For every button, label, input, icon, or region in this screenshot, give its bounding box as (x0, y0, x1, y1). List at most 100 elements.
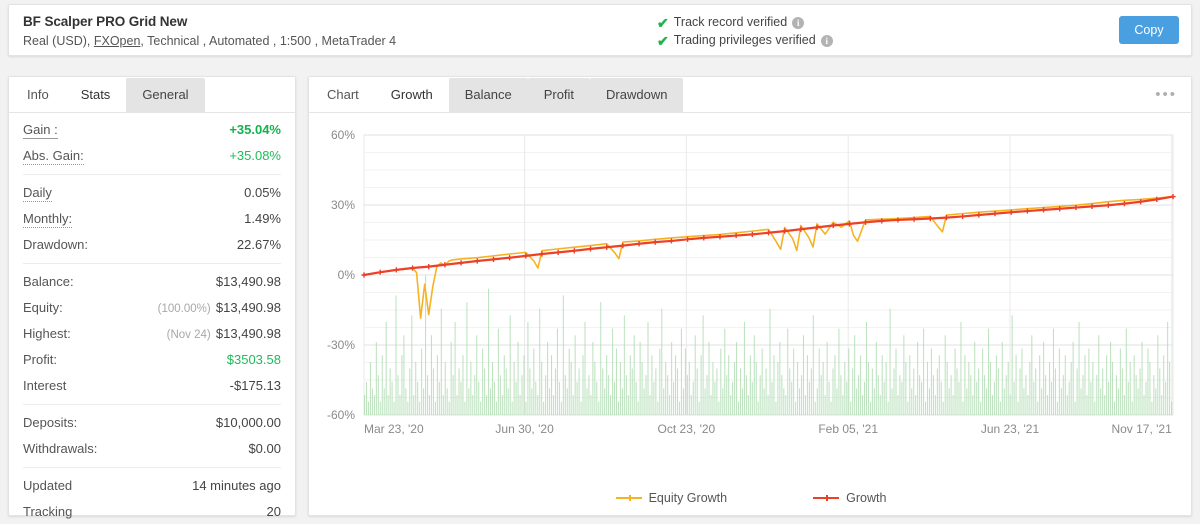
tab-balance[interactable]: Balance (448, 78, 528, 112)
tab-chart[interactable]: Chart (311, 78, 375, 112)
volume-bar (655, 368, 657, 415)
volume-bar (395, 295, 397, 415)
volume-bar (651, 355, 653, 415)
volume-bar (1021, 348, 1023, 415)
volume-bar (497, 328, 499, 415)
volume-bar (478, 381, 480, 415)
volume-bar (673, 381, 675, 415)
account-meta: Real (USD), FXOpen, Technical , Automate… (23, 32, 396, 50)
stats-row-value: 20 (266, 504, 281, 519)
volume-bar (753, 335, 755, 415)
volume-bar (1017, 401, 1019, 415)
tab-general[interactable]: General (126, 78, 205, 112)
volume-bar (543, 401, 545, 415)
volume-bar (602, 368, 604, 415)
volume-bar (704, 388, 706, 415)
volume-bar (480, 401, 482, 415)
broker-link[interactable]: FXOpen (94, 34, 141, 48)
volume-bar (409, 368, 411, 415)
volume-bar (887, 401, 889, 415)
volume-bar (1161, 395, 1163, 415)
volume-bar (1064, 355, 1066, 415)
volume-bar (909, 355, 911, 415)
volume-bar (865, 321, 868, 415)
volume-bar (749, 355, 751, 415)
volume-bar (556, 328, 558, 415)
volume-bar (476, 335, 478, 415)
volume-bar (1080, 388, 1082, 415)
volume-bar (1007, 361, 1009, 415)
stats-row-label[interactable]: Daily (23, 185, 52, 202)
volume-bar (448, 401, 450, 415)
volume-bar (722, 388, 724, 415)
volume-bar (708, 341, 710, 415)
tab-growth[interactable]: Growth (374, 78, 449, 112)
volume-bar (1121, 368, 1123, 415)
stats-panel: Info Stats General Gain : +35.04% Abs. Gai… (8, 76, 296, 519)
tab-stats[interactable]: Stats (64, 78, 127, 112)
volume-bar (501, 395, 503, 415)
volume-bar (1090, 381, 1092, 415)
volume-bar (919, 375, 921, 415)
volume-bar (972, 395, 974, 415)
volume-bar (1037, 401, 1039, 415)
legend-item-equity-growth[interactable]: Equity Growth (615, 491, 727, 505)
volume-bar (793, 348, 795, 415)
volume-bar (741, 388, 744, 415)
volume-bar (588, 375, 590, 415)
x-axis-tick-label: Jun 23, '21 (981, 422, 1040, 436)
legend-item-growth[interactable]: Growth (813, 491, 886, 505)
volume-bar (486, 395, 488, 415)
volume-bar (458, 368, 460, 415)
stats-row-label: Drawdown: (23, 237, 89, 252)
stats-row-label[interactable]: Abs. Gain: (23, 148, 84, 165)
volume-bar (606, 355, 608, 415)
volume-bar (397, 375, 399, 415)
y-axis-tick-label: -30% (327, 338, 355, 352)
volume-bar (873, 388, 875, 415)
info-icon[interactable]: i (820, 34, 833, 47)
volume-bar (554, 368, 557, 415)
volume-bar (905, 361, 907, 415)
volume-bar (519, 395, 521, 415)
volume-bar (863, 381, 866, 415)
volume-bar (1110, 341, 1112, 415)
volume-bar (1068, 381, 1070, 415)
volume-bar (1062, 375, 1064, 415)
volume-bar (828, 381, 830, 415)
volume-bar (430, 335, 432, 415)
volume-bar (665, 361, 667, 415)
volume-bar (507, 388, 509, 415)
volume-bar (421, 348, 423, 415)
volume-bar (915, 395, 917, 415)
volume-bar (982, 348, 984, 415)
volume-bar (637, 401, 639, 415)
volume-bar (1149, 361, 1151, 415)
more-options-icon[interactable]: ••• (1155, 87, 1177, 102)
volume-bar (635, 381, 637, 415)
volume-bar (1001, 341, 1003, 415)
stats-row-label[interactable]: Monthly: (23, 211, 73, 228)
volume-bar (816, 388, 818, 415)
volume-bar (436, 355, 438, 415)
volume-bar (997, 368, 999, 415)
volume-bar (566, 388, 568, 415)
volume-bar (1005, 375, 1007, 415)
tab-info[interactable]: Info (11, 78, 65, 112)
trading-privileges-verified-label: Trading privileges verified (673, 33, 816, 47)
volume-bar (464, 401, 466, 415)
volume-bar (509, 315, 511, 415)
tab-profit[interactable]: Profit (527, 78, 591, 112)
tab-drawdown[interactable]: Drawdown (590, 78, 684, 112)
volume-bar (367, 401, 370, 415)
stats-tabbar: Info Stats General (9, 77, 295, 113)
volume-bar (377, 375, 379, 415)
volume-bar (767, 395, 769, 415)
stats-row-label[interactable]: Gain : (23, 122, 58, 139)
copy-button[interactable]: Copy (1119, 16, 1179, 44)
info-icon[interactable]: i (792, 16, 805, 29)
volume-bar (850, 401, 852, 415)
volume-bar (1043, 341, 1045, 415)
volume-bar (950, 375, 952, 415)
volume-bar (885, 361, 887, 415)
